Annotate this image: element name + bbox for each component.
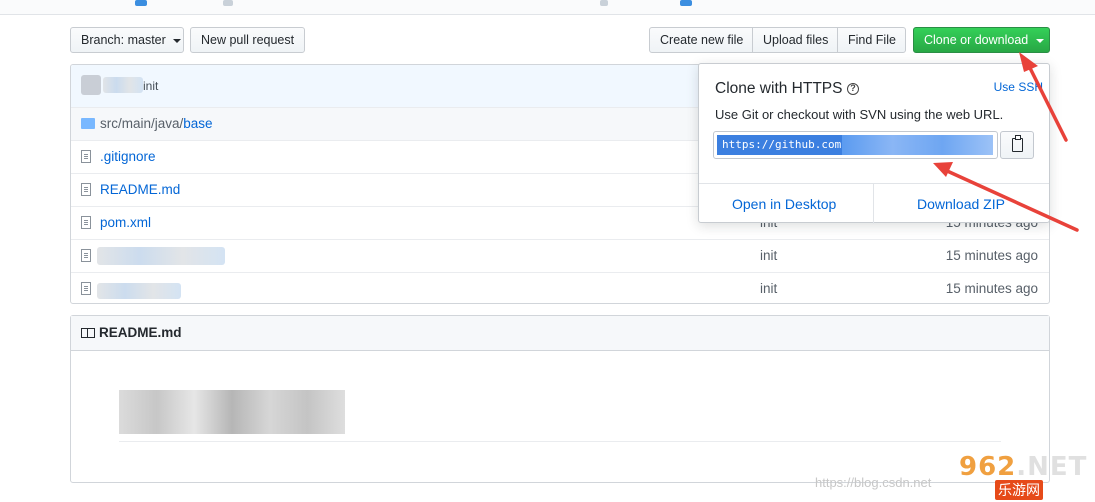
arrow-to-clone-button [1019, 52, 1068, 142]
logo-sub: 乐游网 [995, 480, 1043, 500]
logo-suffix: .NET [1016, 452, 1088, 482]
logo-main: 962.NET [959, 452, 1087, 482]
logo-number: 962 [959, 452, 1017, 482]
annotation-arrows [933, 52, 1079, 232]
site-logo: 962.NET 乐游网 [955, 452, 1091, 500]
arrow-to-clone-url [933, 162, 1079, 232]
watermark-text: https://blog.csdn.net [815, 475, 932, 490]
